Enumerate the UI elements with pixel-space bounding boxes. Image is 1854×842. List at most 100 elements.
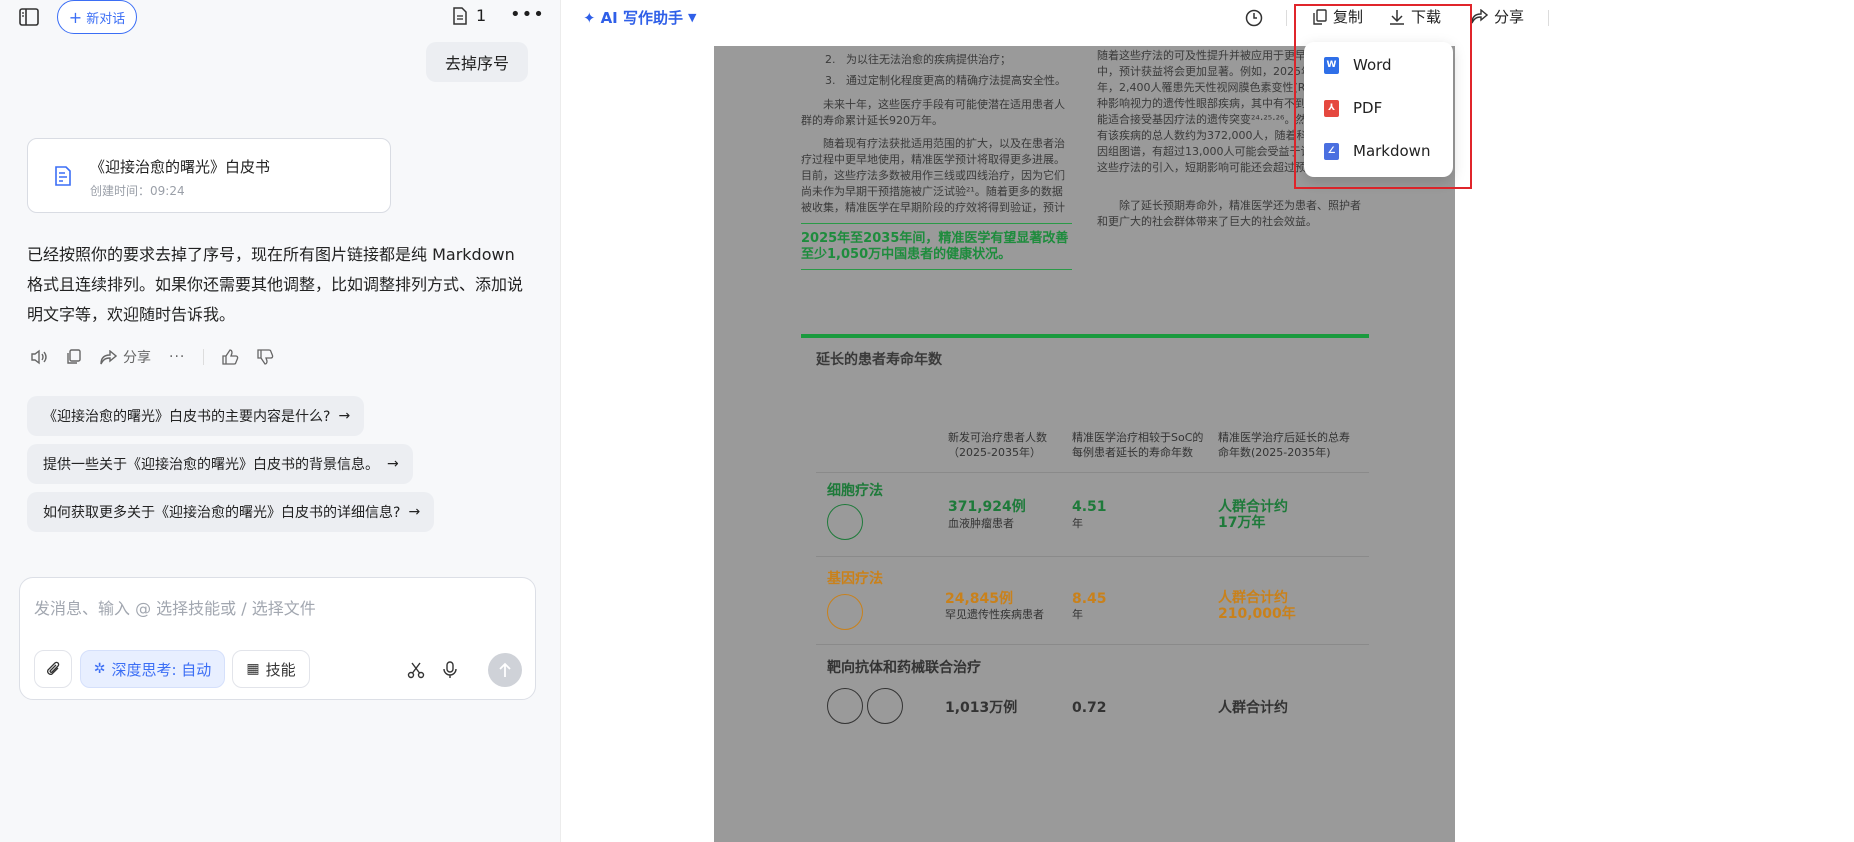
skills-button[interactable]: ▦ 技能 [232,650,310,688]
table-value: 17万年 [1218,515,1266,531]
table-col-head: 新发可治疗患者人数（2025-2035年） [948,431,1047,459]
download-pdf-option[interactable]: ⅄ PDF [1324,99,1382,117]
assistant-answer: 已经按照你的要求去掉了序号，现在所有图片链接都是纯 Markdown 格式且连续… [27,245,524,324]
doc-section-bar [801,334,1369,338]
scissors-icon[interactable] [406,660,426,680]
chat-panel: + 新对话 1 ••• 去掉序号 《迎接治愈的曙光》白皮书 创建时间：09:24… [0,0,560,842]
doc-list-item: 3. 通过定制化程度更高的精确疗法提高安全性。 [825,74,1066,87]
antibody-icon [827,688,863,724]
pdf-file-icon: ⅄ [1324,99,1339,117]
share-doc-label: 分享 [1494,8,1525,26]
menu-item-label: Markdown [1353,142,1431,160]
table-subvalue: 血液肿瘤患者 [948,517,1014,530]
share-doc-button[interactable]: 分享 [1471,6,1524,27]
writing-assistant-panel: ✦ AI 写作助手 ▼ 复制 下载 分享 2. 为以往无法治愈的疾病提供治疗； … [561,0,1854,842]
skills-grid-icon: ▦ [246,661,260,677]
table-subvalue: 年 [1072,517,1083,530]
new-chat-button[interactable]: + 新对话 [57,0,137,34]
table-divider [816,472,1369,473]
copy-icon[interactable] [66,349,82,365]
table-value: 人群合计约 [1218,499,1288,515]
doc-paragraph: 除了延长预期寿命外，精准医学还为患者、照护者和更广大的社会群体带来了巨大的社会效… [1097,199,1361,228]
send-button[interactable] [488,653,522,687]
chat-topbar: + 新对话 1 ••• [0,0,560,36]
suggestion-text: 《迎接治愈的曙光》白皮书的主要内容是什么? [43,409,331,425]
table-value: 人群合计约 [1218,590,1288,606]
actions-divider [203,349,205,365]
history-clock-icon[interactable] [1244,8,1264,28]
user-message: 去掉序号 [426,42,528,82]
deep-think-label: 深度思考: 自动 [111,660,212,679]
share-label: 分享 [123,350,151,366]
table-value: 4.51 [1072,499,1107,515]
table-divider [816,644,1369,645]
arrow-right-icon: → [387,456,399,472]
table-divider [816,556,1369,557]
document-count: 1 [476,6,487,25]
thumbs-down-icon[interactable] [257,349,274,365]
paperclip-icon [47,661,60,675]
arrow-right-icon: → [408,504,421,520]
table-row-name: 细胞疗法 [827,483,883,499]
table-value: 0.72 [1072,700,1107,716]
sidebar-toggle-icon[interactable] [18,7,40,27]
document-card-time: 创建时间：09:24 [90,184,185,198]
ai-writer-title: AI 写作助手 [600,9,683,27]
suggestion-3[interactable]: 如何获取更多关于《迎接治愈的曙光》白皮书的详细信息? → [27,492,435,532]
assistant-toolbar: ✦ AI 写作助手 ▼ 复制 下载 分享 [561,0,1854,36]
share-icon [100,349,117,364]
deep-think-toggle[interactable]: ✲ 深度思考: 自动 [80,650,225,688]
doc-section-title: 延长的患者寿命年数 [816,352,942,368]
suggestion-1[interactable]: 《迎接治愈的曙光》白皮书的主要内容是什么? → [27,396,365,436]
suggestion-text: 如何获取更多关于《迎接治愈的曙光》白皮书的详细信息? [43,505,401,521]
plus-icon: + [68,7,83,27]
message-composer[interactable]: 发消息、输入 @ 选择技能或 / 选择文件 ✲ 深度思考: 自动 ▦ 技能 [19,577,536,700]
table-value: 人群合计约 [1218,700,1288,716]
read-aloud-icon[interactable] [30,349,48,365]
table-value: 371,924例 [948,499,1026,515]
ai-writer-dropdown[interactable]: ✦ AI 写作助手 ▼ [583,7,696,28]
microphone-icon[interactable] [440,660,460,680]
target-icon [867,688,903,724]
table-row-name: 基因疗法 [827,571,883,587]
download-markdown-option[interactable]: ∠ Markdown [1324,142,1430,160]
document-count-button[interactable]: 1 [452,6,486,25]
suggestion-text: 提供一些关于《迎接治愈的曙光》白皮书的背景信息。 [43,457,379,473]
thumbs-up-icon[interactable] [222,349,239,365]
suggestion-2[interactable]: 提供一些关于《迎接治愈的曙光》白皮书的背景信息。 → [27,444,413,484]
menu-item-label: PDF [1353,99,1383,117]
skills-label: 技能 [265,660,296,679]
table-value: 8.45 [1072,591,1107,607]
doc-paragraph: 随着现有疗法获批适用范围的扩大，以及在患者治疗过程中更早地使用，精准医学预计将取… [801,137,1065,214]
download-menu: W Word ⅄ PDF ∠ Markdown [1304,42,1453,177]
new-chat-label: 新对话 [86,11,126,27]
table-value: 24,845例 [945,591,1014,607]
arrow-right-icon: → [338,408,351,424]
doc-list-item: 2. 为以往无法治愈的疾病提供治疗； [825,53,1011,66]
message-input[interactable]: 发消息、输入 @ 选择技能或 / 选择文件 [34,595,316,619]
doc-paragraph: 未来十年，这些医疗手段有可能使潜在适用患者人群的寿命累计延长920万年。 [801,98,1065,127]
message-actions: 分享 ··· [30,345,274,369]
table-col-head: 精准医学治疗后延长的总寿命年数(2025-2035年) [1218,431,1350,459]
table-subvalue: 年 [1072,608,1083,621]
more-options-icon[interactable]: ••• [510,4,545,25]
document-card-title: 《迎接治愈的曙光》白皮书 [90,158,271,176]
word-file-icon: W [1324,56,1339,74]
arrow-up-icon [499,662,511,677]
more-actions-icon[interactable]: ··· [169,349,185,365]
chevron-down-icon: ▼ [688,11,697,24]
download-word-option[interactable]: W Word [1324,56,1392,74]
document-card[interactable]: 《迎接治愈的曙光》白皮书 创建时间：09:24 [27,138,391,213]
table-value: 210,000年 [1218,606,1296,622]
table-col-head: 精准医学治疗相较于SoC的每例患者延长的寿命年数 [1072,431,1204,459]
dna-icon [827,594,863,630]
menu-item-label: Word [1353,56,1392,74]
sparkle-icon: ✦ [583,8,596,27]
attach-button[interactable] [34,650,72,688]
markdown-file-icon: ∠ [1324,142,1339,160]
toolbar-divider [1286,10,1287,26]
doc-highlight-quote: 2025年至2035年间，精准医学有望显著改善至少1,050万中国患者的健康状况… [801,223,1072,270]
table-value: 1,013万例 [945,700,1018,716]
share-button[interactable]: 分享 [100,347,151,367]
cell-therapy-icon [827,504,863,540]
